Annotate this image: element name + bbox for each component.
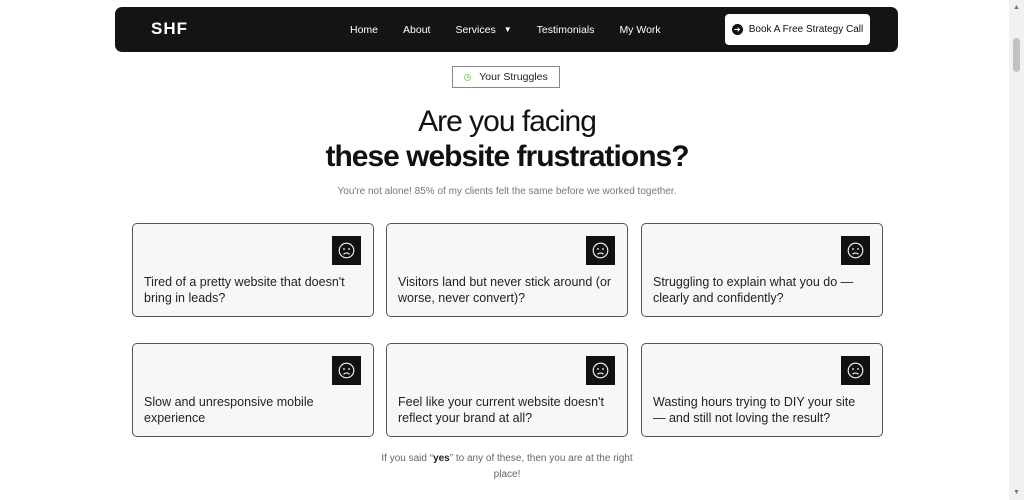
section-badge: Your Struggles (452, 66, 560, 88)
heading-subtitle: You're not alone! 85% of my clients felt… (337, 186, 677, 197)
nav-link-about[interactable]: About (403, 24, 430, 36)
nav-link-testimonials[interactable]: Testimonials (537, 24, 595, 36)
struggle-card-text: Visitors land but never stick around (or… (398, 275, 612, 305)
nav-links: Home About Services ▼ Testimonials My Wo… (350, 7, 686, 52)
chevron-down-icon: ▼ (503, 25, 512, 34)
navbar: SHF Home About Services ▼ Testimonials M… (115, 7, 898, 52)
page: SHF Home About Services ▼ Testimonials M… (0, 0, 1009, 500)
struggle-card-text: Feel like your current website doesn't r… (398, 395, 604, 425)
sad-face-icon (332, 356, 361, 385)
struggle-card: Slow and unresponsive mobile experience (132, 343, 374, 437)
struggle-card-text: Tired of a pretty website that doesn't b… (144, 275, 345, 305)
nav-link-services-label: Services (455, 23, 496, 36)
nav-link-my-work[interactable]: My Work (619, 24, 660, 36)
book-call-button[interactable]: ➜ Book A Free Strategy Call (725, 14, 870, 45)
struggle-card-text: Wasting hours trying to DIY your site — … (653, 395, 856, 425)
sad-face-icon (586, 356, 615, 385)
sad-face-icon (332, 236, 361, 265)
target-dot-icon (464, 73, 472, 81)
struggle-card-text: Slow and unresponsive mobile experience (144, 395, 314, 425)
nav-link-services[interactable]: Services ▼ (455, 24, 511, 36)
section-badge-label: Your Struggles (479, 71, 548, 83)
closing-note: If you said “yes” to any of these, then … (377, 451, 637, 483)
closing-note-emphasis: yes (433, 453, 450, 464)
closing-note-prefix: If you said “ (381, 453, 434, 464)
scrollbar-thumb[interactable] (1013, 38, 1020, 72)
sad-face-icon (841, 356, 870, 385)
struggle-card: Struggling to explain what you do — clea… (641, 223, 883, 317)
sad-face-icon (586, 236, 615, 265)
closing-note-suffix: ” to any of these, then you are at the r… (449, 453, 633, 480)
heading-line-2: these website frustrations? (325, 140, 689, 173)
heading-line-1: Are you facing (418, 105, 597, 138)
scroll-up-arrow-icon[interactable]: ▲ (1009, 0, 1024, 15)
book-call-label: Book A Free Strategy Call (748, 24, 864, 35)
struggle-card: Visitors land but never stick around (or… (386, 223, 628, 317)
struggle-card: Feel like your current website doesn't r… (386, 343, 628, 437)
arrow-right-circle-icon: ➜ (731, 24, 743, 35)
logo[interactable]: SHF (151, 19, 188, 39)
nav-link-home[interactable]: Home (350, 24, 378, 36)
scroll-down-arrow-icon[interactable]: ▼ (1009, 485, 1024, 500)
struggle-card: Tired of a pretty website that doesn't b… (132, 223, 374, 317)
struggle-card-text: Struggling to explain what you do — clea… (653, 275, 854, 305)
struggle-card: Wasting hours trying to DIY your site — … (641, 343, 883, 437)
sad-face-icon (841, 236, 870, 265)
page-scrollbar[interactable]: ▲ ▼ (1009, 0, 1024, 500)
